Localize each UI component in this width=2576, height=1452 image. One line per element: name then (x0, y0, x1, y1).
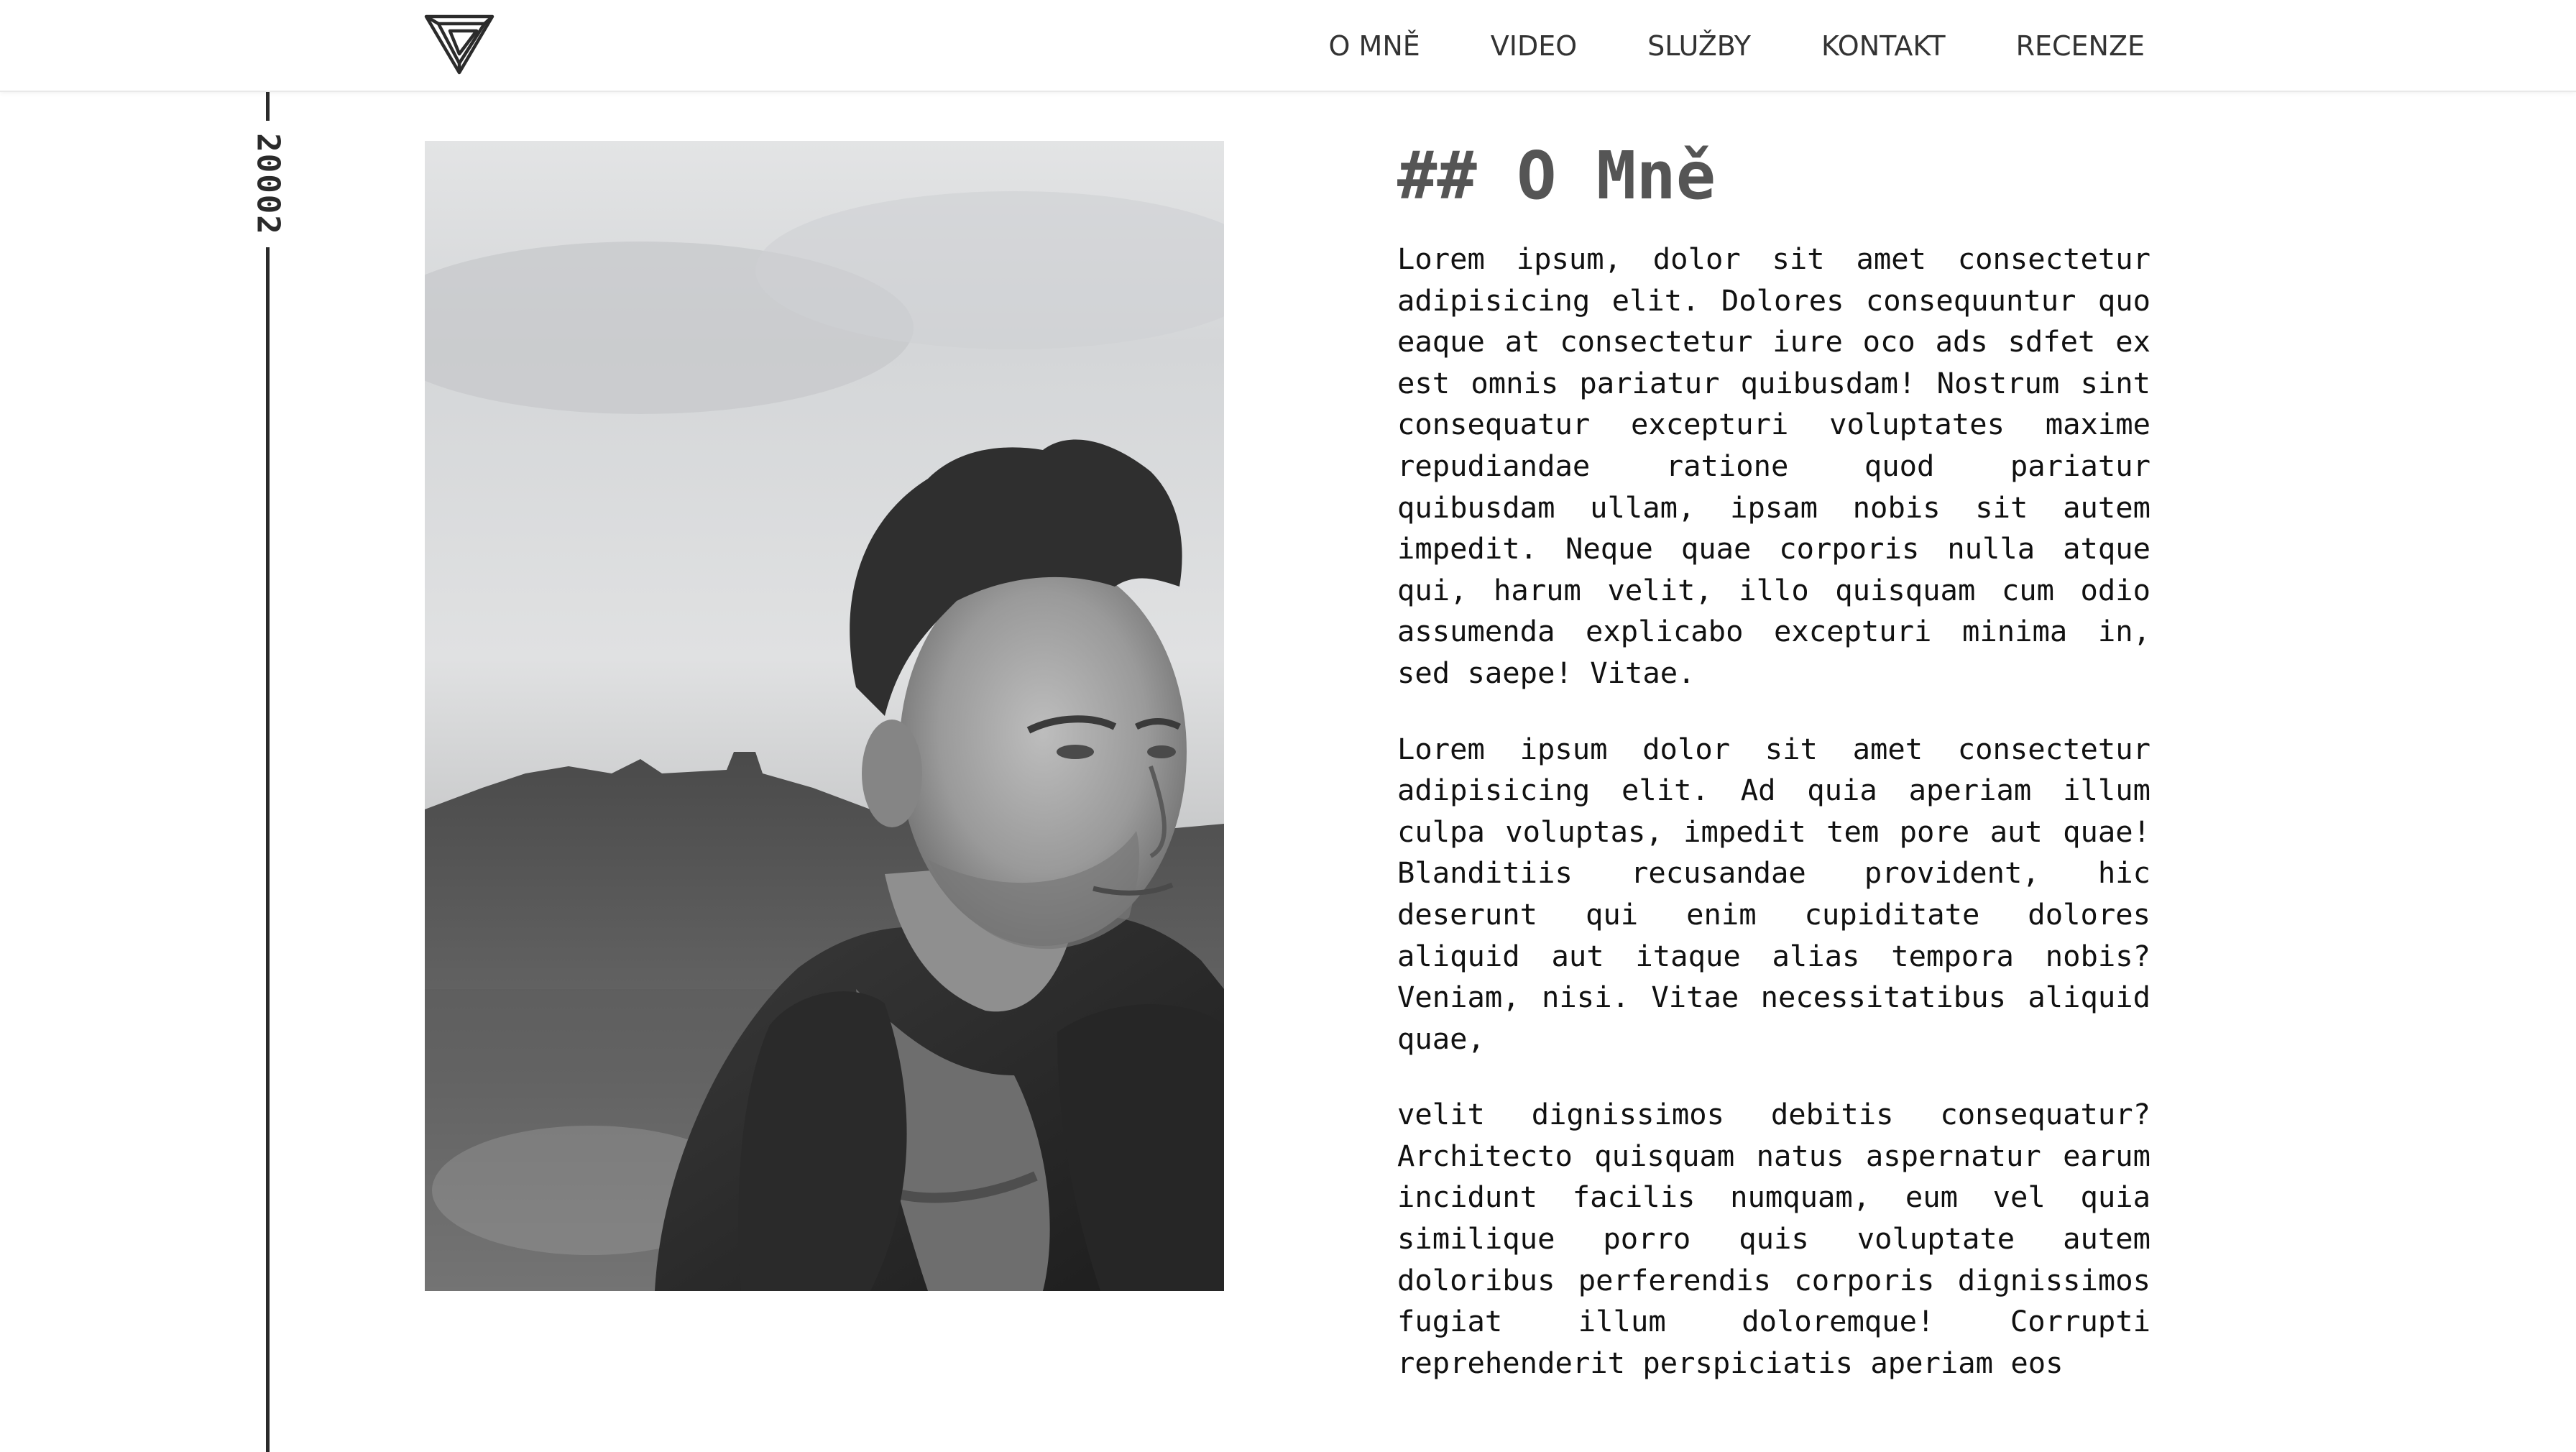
nav-item-o-mne[interactable]: O MNĚ (1329, 26, 1420, 66)
timeline-marker: 20002 (249, 121, 287, 247)
about-section: ## O Mně Lorem ipsum, dolor sit amet con… (1397, 137, 2150, 1418)
about-paragraph-2: Lorem ipsum dolor sit amet consectetur a… (1397, 731, 2150, 1056)
site-header: O MNĚ VIDEO SLUŽBY KONTAKT RECENZE (0, 0, 2576, 92)
nav-item-sluzby[interactable]: SLUŽBY (1647, 26, 1751, 66)
timeline-line (266, 92, 270, 1452)
portrait-image (425, 141, 1224, 1291)
timeline-label: 20002 (249, 132, 287, 236)
main-navigation: O MNĚ VIDEO SLUŽBY KONTAKT RECENZE (1329, 26, 2145, 66)
inverted-triangle-logo-icon (424, 14, 494, 75)
logo-link[interactable] (424, 13, 494, 75)
about-heading: ## O Mně (1397, 137, 1716, 214)
portrait-photo (425, 141, 1224, 1291)
about-paragraph-3: velit dignissimos debitis consequatur? A… (1397, 1097, 2150, 1380)
nav-item-recenze[interactable]: RECENZE (2016, 26, 2145, 66)
nav-item-video[interactable]: VIDEO (1491, 26, 1577, 66)
about-paragraph-1: Lorem ipsum, dolor sit amet consectetur … (1397, 242, 2150, 690)
nav-item-kontakt[interactable]: KONTAKT (1821, 26, 1946, 66)
